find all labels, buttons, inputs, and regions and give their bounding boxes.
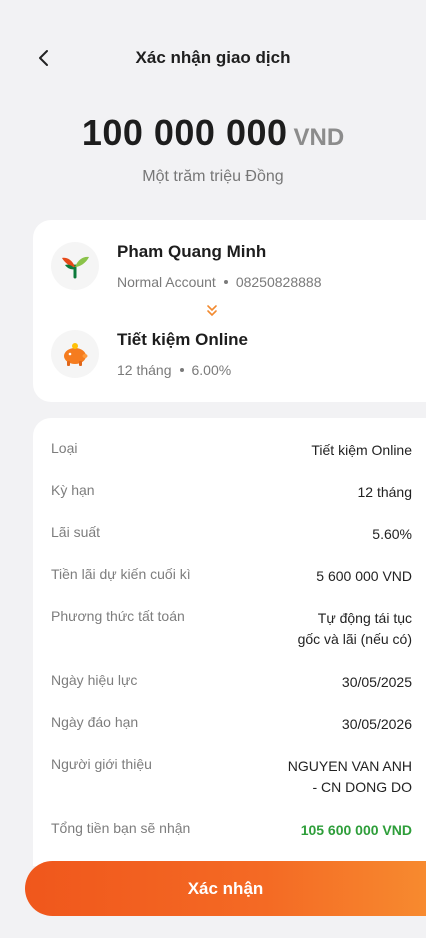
detail-label: Kỳ hạn xyxy=(51,482,95,498)
source-account: Pham Quang Minh Normal Account 082508288… xyxy=(51,242,321,290)
detail-value-line: - CN DONG DO xyxy=(312,779,412,795)
page-title: Xác nhận giao dịch xyxy=(135,48,291,67)
detail-label: Ngày hiệu lực xyxy=(51,672,138,688)
bank-logo-icon xyxy=(51,242,99,290)
target-account-rate: 6.00% xyxy=(191,362,232,378)
detail-label: Tổng tiền bạn sẽ nhận xyxy=(51,820,191,836)
detail-row-interest-rate: Lãi suất 5.60% xyxy=(51,524,412,545)
source-account-name: Pham Quang Minh xyxy=(117,242,267,261)
separator-dot xyxy=(223,280,228,284)
chevron-double-down-icon xyxy=(207,305,217,317)
detail-row-referrer: Người giới thiệu NGUYEN VAN ANH - CN DON… xyxy=(51,756,412,798)
amount-in-words: Một trăm triệu Đồng xyxy=(142,168,284,185)
detail-value: 30/05/2025 xyxy=(341,674,412,690)
target-account-name: Tiết kiệm Online xyxy=(117,330,249,349)
detail-row-expected-interest: Tiền lãi dự kiến cuối kì 5 600 000 VND xyxy=(51,566,412,587)
detail-label: Lãi suất xyxy=(51,524,101,540)
target-account: Tiết kiệm Online 12 tháng 6.00% xyxy=(51,330,248,378)
piggy-bank-icon xyxy=(51,330,99,378)
target-account-term: 12 tháng xyxy=(117,362,172,378)
detail-value-line: Tự động tái tục xyxy=(317,610,412,626)
detail-value: NGUYEN VAN ANH - CN DONG DO xyxy=(288,756,412,798)
detail-value-line: gốc và lãi (nếu có) xyxy=(297,631,412,647)
detail-row-total-receive: Tổng tiền bạn sẽ nhận 105 600 000 VND xyxy=(51,820,412,841)
source-account-number: 08250828888 xyxy=(235,274,322,290)
confirm-button[interactable]: Xác nhận xyxy=(25,861,426,916)
transaction-details-card: Loại Tiết kiệm Online Kỳ hạn 12 tháng Lã… xyxy=(33,418,426,866)
amount-currency: VND xyxy=(293,124,345,151)
detail-label: Người giới thiệu xyxy=(51,756,152,772)
amount-summary: 100 000 000 VND Một trăm triệu Đồng xyxy=(0,112,426,186)
detail-row-settlement-method: Phương thức tất toán Tự động tái tục gốc… xyxy=(51,608,412,650)
total-amount-value: 105 600 000 VND xyxy=(300,822,412,838)
top-bar: Xác nhận giao dịch xyxy=(0,38,426,78)
detail-row-effective-date: Ngày hiệu lực 30/05/2025 xyxy=(51,672,412,693)
detail-label: Loại xyxy=(51,440,78,456)
detail-label: Ngày đáo hạn xyxy=(51,714,139,730)
back-button[interactable] xyxy=(30,44,58,72)
detail-value: Tự động tái tục gốc và lãi (nếu có) xyxy=(298,608,412,650)
detail-value-line: NGUYEN VAN ANH xyxy=(287,758,412,774)
source-account-type: Normal Account xyxy=(117,274,216,290)
detail-value: 30/05/2026 xyxy=(341,716,412,732)
accounts-card: Pham Quang Minh Normal Account 082508288… xyxy=(33,220,426,402)
detail-value: 5.60% xyxy=(372,526,412,542)
separator-dot xyxy=(179,368,184,372)
amount-value: 100 000 000 xyxy=(81,112,288,153)
chevron-left-icon xyxy=(39,50,48,66)
detail-row-maturity-date: Ngày đáo hạn 30/05/2026 xyxy=(51,714,412,735)
detail-value: 12 tháng xyxy=(357,484,413,500)
detail-value: Tiết kiệm Online xyxy=(311,442,412,458)
detail-label: Phương thức tất toán xyxy=(51,608,185,624)
detail-label: Tiền lãi dự kiến cuối kì xyxy=(51,566,191,582)
detail-row-term: Kỳ hạn 12 tháng xyxy=(51,482,412,503)
detail-value: 5 600 000 VND xyxy=(316,568,412,584)
detail-row-type: Loại Tiết kiệm Online xyxy=(51,440,412,461)
